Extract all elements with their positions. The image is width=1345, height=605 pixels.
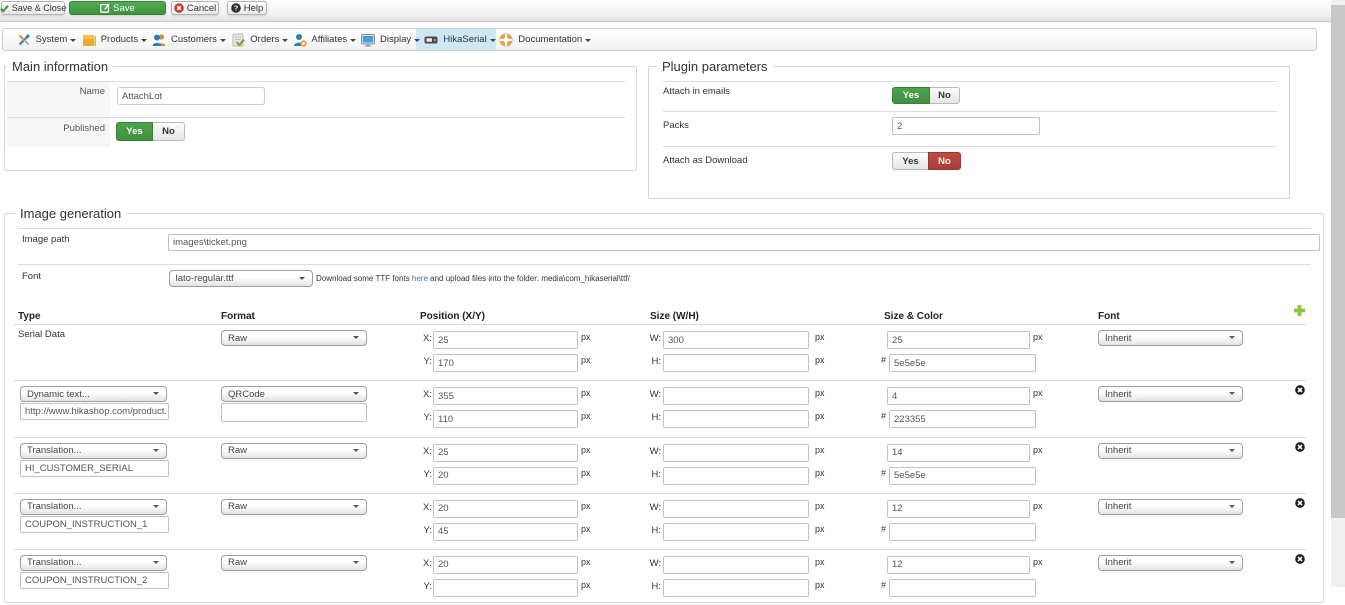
svg-text:?: ? bbox=[233, 4, 238, 13]
